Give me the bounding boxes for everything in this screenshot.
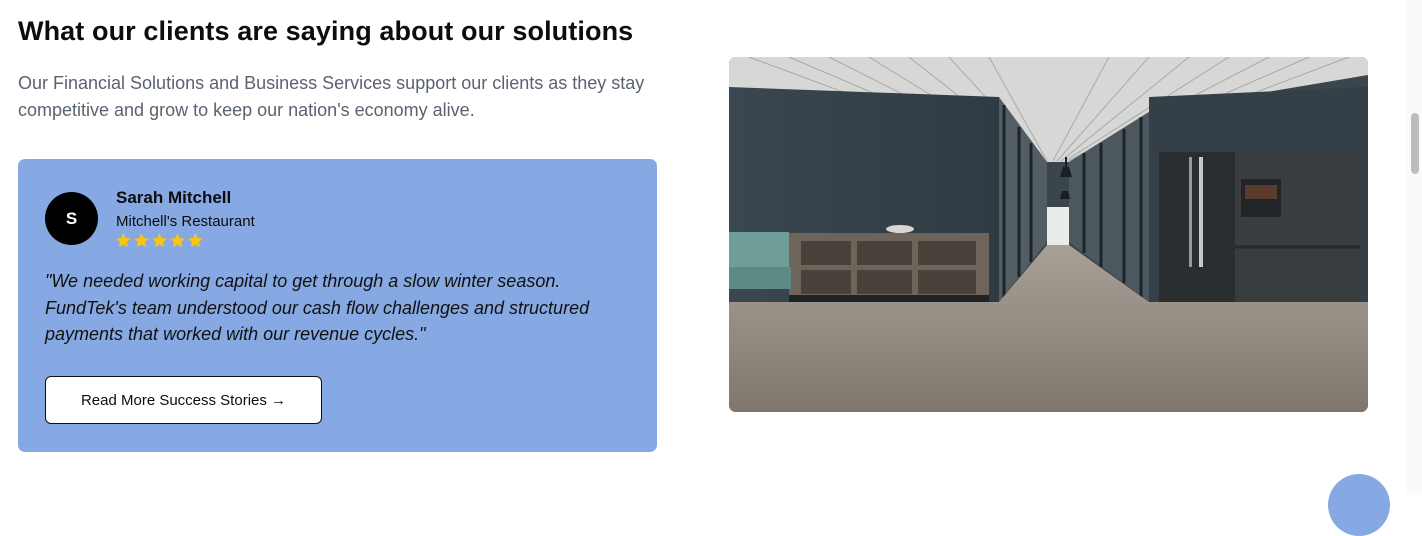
scrollbar-thumb[interactable] [1411, 113, 1419, 174]
star-icon [134, 233, 149, 248]
reviewer-name: Sarah Mitchell [116, 188, 232, 207]
testimonial-quote: "We needed working capital to get throug… [45, 271, 590, 344]
star-icon [170, 233, 185, 248]
star-icon [188, 233, 203, 248]
read-more-stories-button[interactable]: Read More Success Stories → [45, 376, 322, 424]
section-heading: What our clients are saying about our so… [18, 16, 634, 46]
star-rating [115, 232, 204, 249]
office-interior-image [729, 57, 1368, 412]
star-icon [152, 233, 167, 248]
reviewer-company: Mitchell's Restaurant [116, 213, 255, 230]
office-interior-photo [729, 57, 1368, 412]
testimonial-card: S Sarah Mitchell Mitchell's Restaurant "… [18, 159, 657, 452]
scrollbar-track[interactable] [1407, 0, 1422, 495]
section-subtext: Our Financial Solutions and Business Ser… [18, 73, 645, 120]
avatar: S [45, 192, 98, 245]
chat-widget-button[interactable] [1328, 474, 1390, 536]
star-icon [116, 233, 131, 248]
